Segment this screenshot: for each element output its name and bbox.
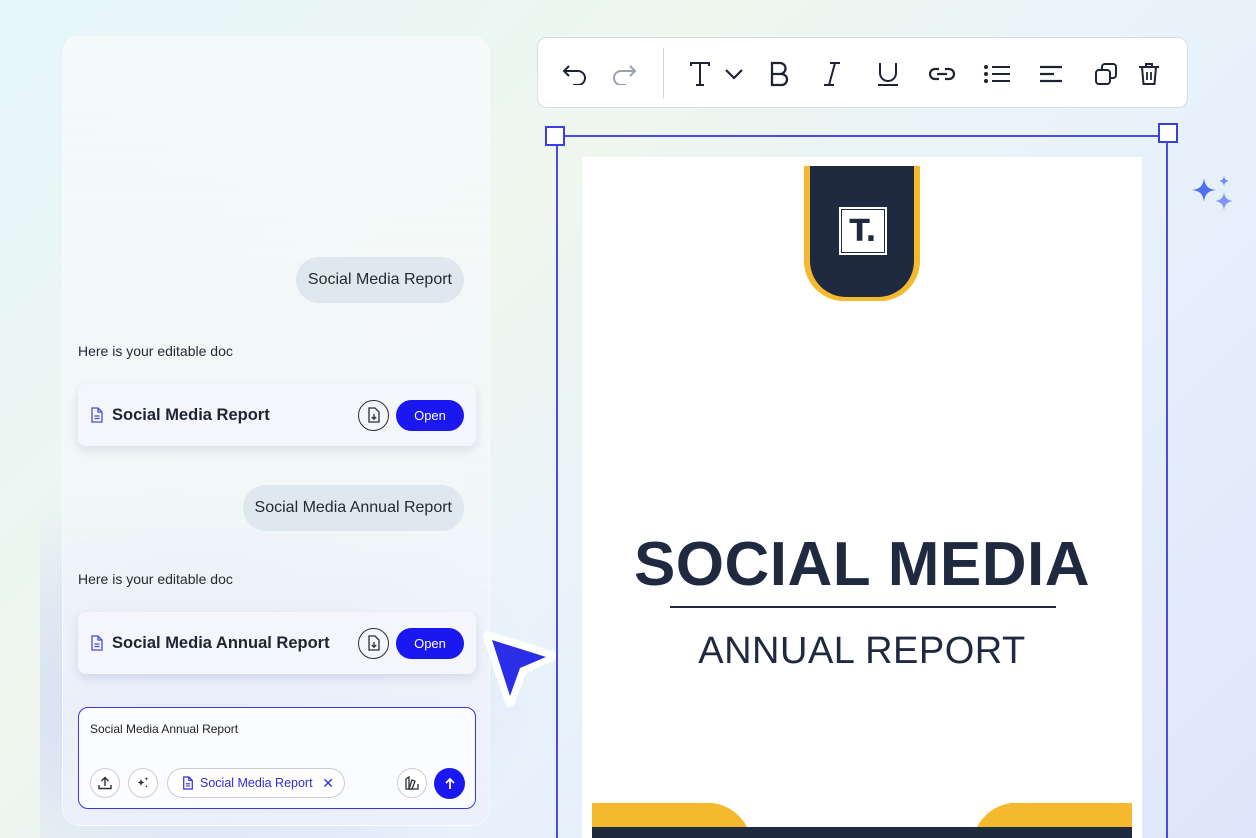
- document-title[interactable]: SOCIAL MEDIA: [582, 529, 1142, 600]
- undo-button[interactable]: [561, 60, 589, 88]
- duplicate-icon: [1095, 63, 1117, 85]
- brand-kit-icon: [405, 775, 419, 790]
- file-download-icon: [367, 407, 380, 423]
- redo-button[interactable]: [610, 60, 638, 88]
- pointer-cursor-icon: [483, 631, 557, 707]
- upload-icon: [98, 776, 112, 790]
- magic-sparkle-icon: [137, 777, 149, 788]
- open-button[interactable]: Open: [396, 399, 464, 431]
- delete-button[interactable]: [1135, 60, 1163, 88]
- arrow-up-icon: [444, 777, 455, 789]
- chevron-down-icon: [725, 69, 743, 80]
- send-button[interactable]: [434, 768, 465, 799]
- link-icon: [928, 67, 956, 81]
- text-style-icon: [690, 62, 710, 86]
- undo-icon: [562, 65, 586, 85]
- file-text-icon: [183, 776, 193, 790]
- assistant-message-text: Here is your editable doc: [78, 571, 233, 587]
- document-card[interactable]: Social Media Report Open: [78, 384, 476, 446]
- chat-panel: Social Media Report Here is your editabl…: [62, 36, 490, 826]
- resize-handle-top-right[interactable]: [1158, 123, 1178, 143]
- resize-handle-top-left[interactable]: [545, 126, 565, 146]
- file-text-icon: [91, 407, 103, 423]
- open-button[interactable]: Open: [396, 627, 464, 659]
- brand-kit-button[interactable]: [397, 768, 427, 798]
- underline-button[interactable]: [874, 60, 902, 88]
- align-left-button[interactable]: [1037, 60, 1065, 88]
- bulleted-list-icon: [984, 65, 1010, 83]
- file-download-icon: [367, 635, 380, 651]
- footer-banner: [592, 803, 1132, 838]
- document-card[interactable]: Social Media Annual Report Open: [78, 612, 476, 674]
- file-text-icon: [91, 635, 103, 651]
- composer-input[interactable]: Social Media Annual Report: [90, 722, 238, 736]
- bulleted-list-button[interactable]: [983, 60, 1011, 88]
- text-toolbar: [537, 37, 1188, 108]
- bold-button[interactable]: [765, 60, 793, 88]
- magic-button[interactable]: [128, 768, 158, 798]
- close-icon[interactable]: ✕: [322, 775, 334, 792]
- user-message-bubble: Social Media Report: [295, 257, 464, 303]
- assistant-message-text: Here is your editable doc: [78, 343, 233, 359]
- ai-sparkle-icon: [1192, 176, 1233, 210]
- toolbar-divider: [663, 48, 664, 98]
- delete-icon: [1139, 63, 1159, 85]
- italic-button[interactable]: [818, 60, 846, 88]
- bold-icon: [770, 61, 789, 87]
- title-divider: [670, 606, 1056, 608]
- redo-icon: [613, 65, 637, 85]
- align-left-icon: [1040, 65, 1062, 83]
- document-card-title: Social Media Annual Report: [112, 633, 330, 652]
- message-composer[interactable]: Social Media Annual Report Social Media …: [78, 707, 476, 809]
- duplicate-button[interactable]: [1092, 60, 1120, 88]
- user-message-bubble: Social Media Annual Report: [242, 485, 464, 531]
- italic-icon: [824, 62, 840, 86]
- text-style-dropdown[interactable]: [720, 60, 748, 88]
- text-style-button[interactable]: [686, 60, 714, 88]
- logo-mark: T.: [838, 206, 888, 256]
- upload-button[interactable]: [90, 768, 120, 798]
- download-button[interactable]: [358, 399, 389, 431]
- link-button[interactable]: [928, 60, 956, 88]
- logo-letter: T.: [849, 213, 877, 249]
- document-card-title: Social Media Report: [112, 405, 270, 424]
- attachment-chip[interactable]: Social Media Report ✕: [167, 768, 345, 798]
- underline-icon: [878, 63, 898, 86]
- attachment-chip-label: Social Media Report: [200, 776, 313, 790]
- document-subtitle[interactable]: ANNUAL REPORT: [582, 630, 1142, 673]
- download-button[interactable]: [358, 627, 389, 659]
- document-page[interactable]: T. SOCIAL MEDIA ANNUAL REPORT: [582, 157, 1142, 838]
